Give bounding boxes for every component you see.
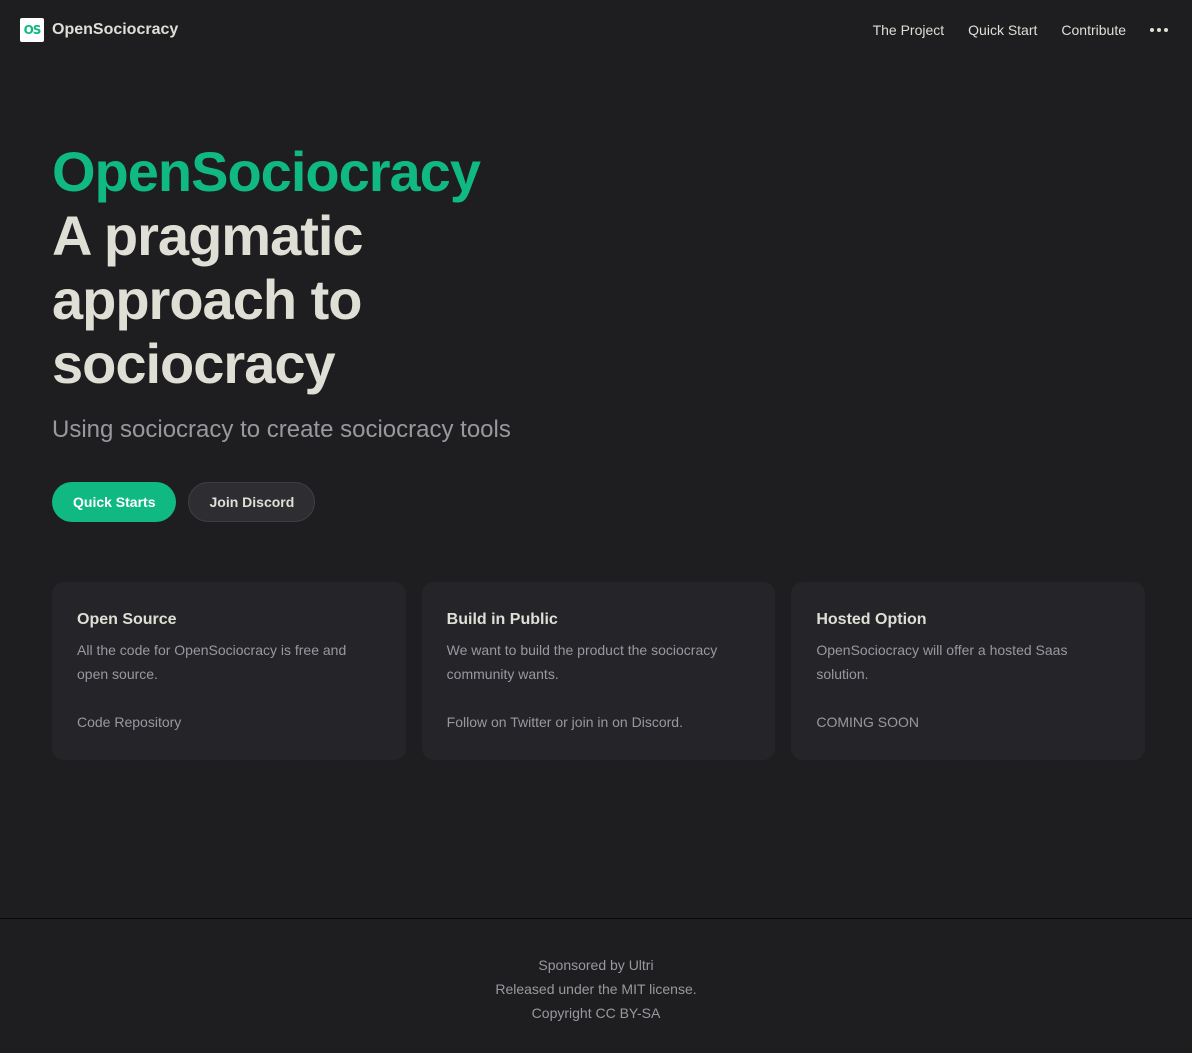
footer-copyright: Copyright CC BY-SA	[531, 1005, 661, 1021]
feature-link: COMING SOON	[816, 714, 920, 730]
hero-heading: OpenSociocracy A pragmatic approach to s…	[52, 140, 612, 396]
site-logo-link[interactable]: OS OpenSociocracy	[20, 18, 178, 42]
feature-details: All the code for OpenSociocracy is free …	[77, 642, 347, 682]
navbar: OS OpenSociocracy The Project Quick Star…	[0, 0, 1192, 60]
nav-link-quick-start[interactable]: Quick Start	[968, 22, 1037, 38]
hero-tagline: Using sociocracy to create sociocracy to…	[52, 416, 511, 443]
footer: Sponsored by Ultri Released under the MI…	[0, 918, 1192, 1053]
site-title: OpenSociocracy	[52, 21, 179, 38]
feature-card-hosted-option: Hosted Option OpenSociocracy will offer …	[791, 582, 1146, 760]
nav-link-the-project[interactable]: The Project	[873, 22, 945, 38]
feature-title: Open Source	[77, 611, 177, 628]
feature-link[interactable]: Code Repository	[77, 710, 381, 734]
feature-title: Build in Public	[446, 611, 558, 628]
feature-card-open-source: Open Source All the code for OpenSociocr…	[52, 582, 406, 760]
quick-starts-button[interactable]: Quick Starts	[52, 482, 177, 522]
feature-title: Hosted Option	[816, 611, 927, 628]
hero-actions: Quick Starts Join Discord	[52, 482, 612, 522]
join-discord-button[interactable]: Join Discord	[188, 482, 316, 522]
feature-link[interactable]: Follow on Twitter or join in on Discord.	[447, 710, 751, 734]
logo-icon: OS	[20, 18, 44, 42]
hero-name: OpenSociocracy	[52, 140, 481, 203]
feature-details: We want to build the product the sociocr…	[446, 642, 718, 682]
feature-card-build-in-public: Build in Public We want to build the pro…	[421, 582, 776, 760]
footer-sponsor: Sponsored by Ultri	[538, 957, 654, 973]
hero: OpenSociocracy A pragmatic approach to s…	[52, 140, 612, 522]
hero-text: A pragmatic approach to sociocracy	[52, 204, 364, 395]
nav-link-contribute[interactable]: Contribute	[1061, 22, 1126, 38]
feature-details: OpenSociocracy will offer a hosted Saas …	[816, 642, 1068, 682]
features: Open Source All the code for OpenSociocr…	[52, 582, 1146, 760]
nav-menu: The Project Quick Start Contribute	[849, 20, 1172, 40]
more-icon[interactable]	[1146, 20, 1172, 40]
footer-license: Released under the MIT license.	[495, 981, 697, 997]
